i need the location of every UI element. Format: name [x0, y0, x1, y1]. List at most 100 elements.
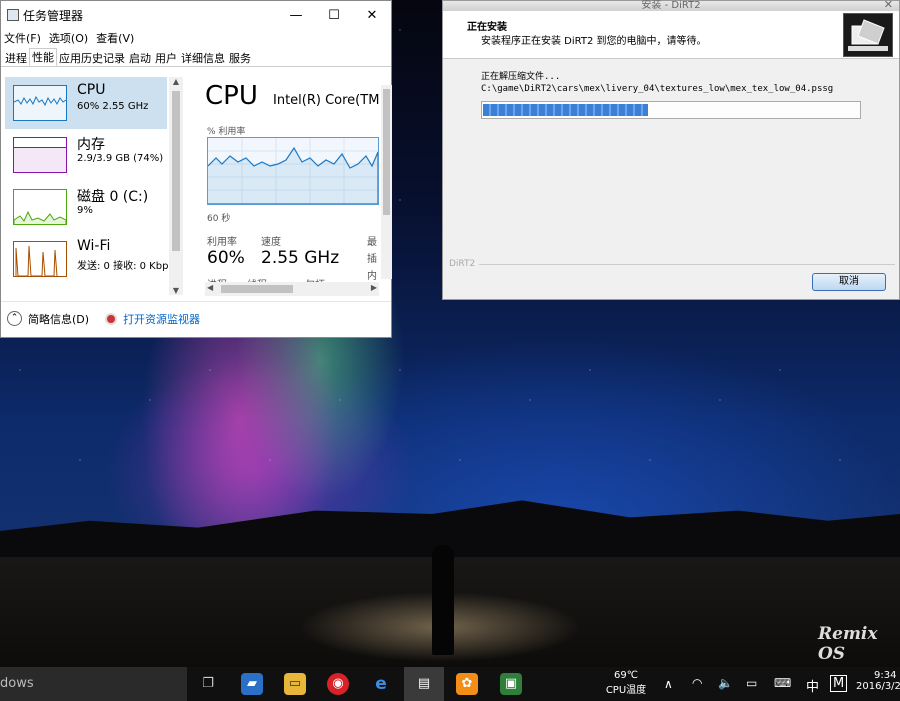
max-speed-label: 最	[367, 237, 377, 248]
resource-monitor-icon	[105, 312, 118, 325]
clock-time: 9:34	[874, 670, 897, 681]
cancel-button[interactable]: 取消	[812, 273, 886, 291]
detail-title: CPU	[205, 81, 258, 111]
installer-header: 正在安装 安装程序正在安装 DiRT2 到您的电脑中，请等待。	[443, 11, 899, 59]
wifi-thumbnail	[13, 241, 67, 277]
scrollbar-thumb[interactable]	[221, 285, 293, 293]
install-status-text: 正在解压缩文件...	[481, 72, 561, 82]
tab-startup[interactable]: 启动	[127, 50, 153, 66]
resource-name: CPU	[77, 82, 106, 98]
window-title: 任务管理器	[23, 8, 84, 23]
installer-window: 安装 - DiRT2 ✕ 正在安装 安装程序正在安装 DiRT2 到您的电脑中，…	[442, 0, 900, 300]
menu-view[interactable]: 查看(V)	[96, 30, 134, 46]
keyboard-icon[interactable]: ⌨	[774, 676, 791, 690]
tab-details[interactable]: 详细信息	[179, 50, 227, 66]
person-silhouette	[432, 545, 454, 655]
tab-processes[interactable]: 进程	[3, 50, 29, 66]
detail-horizontal-scrollbar[interactable]: ◀ ▶	[205, 282, 379, 296]
ime-language-indicator[interactable]: 中	[806, 676, 819, 695]
cpu-temperature-widget[interactable]: 69℃ CPU温度	[598, 670, 654, 696]
scrollbar-thumb[interactable]	[172, 91, 180, 251]
task-view-icon[interactable]: ❐	[197, 673, 219, 695]
open-resource-monitor-link[interactable]: 打开资源监视器	[123, 311, 200, 327]
ime-mode-indicator[interactable]: M	[830, 675, 848, 692]
tab-app-history[interactable]: 应用历史记录	[57, 50, 127, 66]
resource-name: 内存	[77, 137, 105, 153]
close-button[interactable]: ✕	[353, 8, 391, 23]
remix-os-watermark: Remix OS	[818, 624, 878, 664]
taskbar: dows ❐ ▰ ▭ ◉ e ▤ ✿ ▣ 69℃ CPU温度 ∧ ◠ 🔈 ▭ ⌨…	[0, 667, 900, 701]
resource-item-memory[interactable]: 内存 2.9/3.9 GB (74%)	[5, 129, 167, 181]
netease-music-icon[interactable]: ◉	[327, 673, 349, 695]
installer-brand: DiRT2	[449, 259, 476, 269]
scroll-left-icon[interactable]: ◀	[207, 283, 213, 292]
fewer-details-button[interactable]: 简略信息(D)	[28, 311, 89, 327]
cpu-thumbnail	[13, 85, 67, 121]
minimize-button[interactable]: —	[277, 8, 315, 23]
notification-icon[interactable]: ▭	[746, 676, 757, 690]
tab-performance[interactable]: 性能	[29, 48, 57, 66]
install-progress-bar	[481, 101, 861, 119]
resource-name: Wi-Fi	[77, 238, 111, 254]
scroll-down-icon[interactable]: ▼	[169, 286, 183, 295]
cpu-temperature-label: CPU温度	[605, 685, 647, 696]
speed-label: 速度	[261, 237, 281, 248]
installer-heading: 正在安装	[467, 22, 507, 33]
detail-vertical-scrollbar[interactable]	[381, 85, 392, 279]
wifi-icon[interactable]: ◠	[692, 676, 702, 690]
resource-summary: 9%	[77, 205, 93, 216]
chevron-up-icon[interactable]: ∧	[664, 677, 673, 691]
scroll-right-icon[interactable]: ▶	[371, 283, 377, 292]
tab-users[interactable]: 用户	[153, 50, 179, 66]
task-manager-icon	[7, 9, 19, 21]
menu-bar: 文件(F) 选项(O) 查看(V)	[1, 29, 391, 47]
socket-label: 插	[367, 254, 377, 265]
speed-value: 2.55 GHz	[261, 248, 340, 268]
resource-list: CPU 60% 2.55 GHz 内存 2.9/3.9 GB (74%) 磁盘 …	[3, 77, 185, 297]
tab-services[interactable]: 服务	[227, 50, 253, 66]
scrollbar-thumb[interactable]	[383, 89, 390, 215]
menu-options[interactable]: 选项(O)	[49, 30, 88, 46]
installer-close-button[interactable]: ✕	[884, 0, 893, 10]
cpu-utilization-graph	[207, 137, 379, 205]
edge-browser-icon[interactable]: e	[370, 673, 392, 695]
installer-logo-icon	[843, 13, 893, 57]
clock[interactable]: 9:34 2016/3/2	[856, 670, 900, 692]
install-file-path: C:\game\DiRT2\cars\mex\livery_04\texture…	[481, 84, 834, 94]
dirt2-setup-icon[interactable]: ▣	[500, 673, 522, 695]
clock-date: 2016/3/2	[856, 681, 900, 692]
maximize-button[interactable]: ☐	[315, 8, 353, 23]
cpu-temperature: 69℃	[614, 670, 638, 681]
resource-summary: 60% 2.55 GHz	[77, 101, 149, 112]
installer-subheading: 安装程序正在安装 DiRT2 到您的电脑中，请等待。	[481, 36, 707, 47]
resource-list-scrollbar[interactable]: ▲ ▼	[169, 77, 183, 295]
store-app-icon[interactable]: ▰	[241, 673, 263, 695]
resource-summary: 发送: 0 接收: 0 Kbp	[77, 261, 169, 272]
menu-file[interactable]: 文件(F)	[4, 30, 41, 46]
task-manager-titlebar[interactable]: 任务管理器 — ☐ ✕	[1, 1, 391, 29]
resource-item-wifi[interactable]: Wi-Fi 发送: 0 接收: 0 Kbp	[5, 233, 169, 285]
utilization-axis-label: % 利用率	[207, 127, 246, 137]
cores-label: 内	[367, 271, 377, 282]
volume-muted-icon[interactable]: 🔈	[718, 676, 733, 690]
app-taskbar-icon[interactable]: ✿	[456, 673, 478, 695]
util-rate-value: 60%	[207, 248, 245, 268]
file-explorer-icon[interactable]: ▭	[284, 673, 306, 695]
util-rate-label: 利用率	[207, 237, 237, 248]
chevron-up-icon[interactable]: ⌃	[7, 311, 22, 326]
disk-thumbnail	[13, 189, 67, 225]
task-manager-footer: ⌃ 简略信息(D) 打开资源监视器	[1, 301, 391, 335]
search-box[interactable]: dows	[0, 667, 187, 701]
installer-brand-line: DiRT2	[449, 259, 895, 269]
installer-taskbar-icon[interactable]: ▤	[404, 667, 444, 701]
resource-summary: 2.9/3.9 GB (74%)	[77, 153, 164, 164]
installer-titlebar[interactable]: 安装 - DiRT2 ✕	[443, 0, 899, 11]
task-manager-window: 任务管理器 — ☐ ✕ 文件(F) 选项(O) 查看(V) 进程 性能 应用历史…	[0, 0, 392, 338]
resource-item-cpu[interactable]: CPU 60% 2.55 GHz	[5, 77, 167, 129]
processor-name: Intel(R) Core(TM	[273, 93, 380, 108]
scroll-up-icon[interactable]: ▲	[169, 77, 183, 86]
progress-fill	[483, 104, 648, 116]
tab-strip: 进程 性能 应用历史记录 启动 用户 详细信息 服务	[1, 47, 391, 67]
resource-item-disk[interactable]: 磁盘 0 (C:) 9%	[5, 181, 167, 233]
cpu-detail-panel: CPU Intel(R) Core(TM % 利用率 60 秒 利用率 速度 最…	[201, 77, 381, 297]
